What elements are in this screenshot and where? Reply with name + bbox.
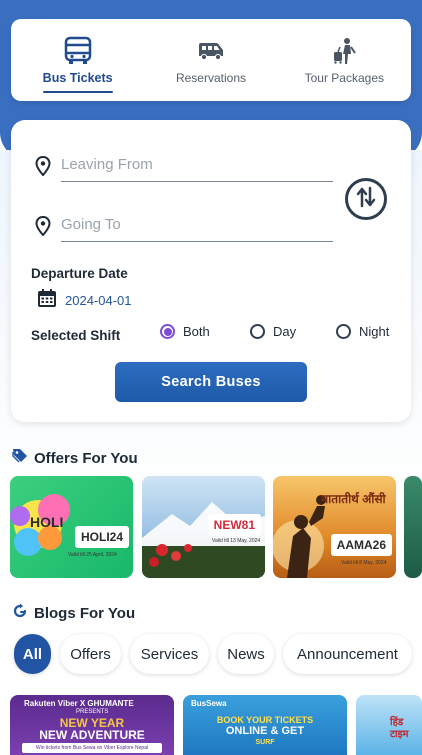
blog-filter-offers[interactable]: Offers <box>60 634 121 674</box>
offer-code: AAMA26 <box>330 534 392 556</box>
search-buses-button[interactable]: Search Buses <box>115 362 307 402</box>
blog-headline-2: NEW ADVENTURE <box>39 728 145 742</box>
going-to-row <box>33 202 333 242</box>
radio-checked-icon <box>160 324 175 339</box>
swap-arrows-icon <box>356 186 376 213</box>
radio-unchecked-icon <box>250 324 265 339</box>
van-icon <box>197 35 225 67</box>
blog-caption: Win tickets from Bus Sewa on Viber Explo… <box>22 743 162 753</box>
tag-icon <box>12 447 28 469</box>
blog-headline: BOOK YOUR TICKETS <box>216 715 314 725</box>
shift-radio-both[interactable]: Both <box>160 324 210 339</box>
location-pin-icon <box>33 156 53 182</box>
shift-option-label: Night <box>359 324 390 339</box>
blog-brand: Rakuten Viber X GHUMANTE <box>24 699 134 708</box>
offers-title: Offers For You <box>34 449 138 467</box>
blog-headline-2: ONLINE & GET <box>225 725 305 737</box>
aama-art-text: मातातीर्थ औंसी <box>321 492 386 506</box>
offer-code: HOLI24 <box>74 526 129 548</box>
departure-date-label: Departure Date <box>31 266 128 281</box>
blog-headline-3: SURF <box>255 739 275 746</box>
refresh-blog-icon <box>12 603 28 624</box>
blog-filter-news[interactable]: News <box>218 634 274 674</box>
traveler-icon <box>330 35 358 67</box>
selected-shift-label: Selected Shift <box>31 328 121 343</box>
tab-label: Bus Tickets <box>42 71 113 85</box>
blog-filter-services[interactable]: Services <box>130 634 209 674</box>
leaving-from-input[interactable] <box>61 152 333 182</box>
swap-locations-button[interactable] <box>345 178 387 220</box>
bus-search-form: Departure Date 2024-04-01 Selected Shift… <box>11 120 411 422</box>
offer-card-aama26[interactable]: मातातीर्थ औंसी AAMA26 Valid till 8 May, … <box>273 476 396 578</box>
offer-card-holi24[interactable]: HOLI HOLI24 Valid till 25 April, 2024 <box>10 476 133 578</box>
leaving-from-row <box>33 142 333 182</box>
bus-icon <box>64 35 92 67</box>
tab-bus-tickets[interactable]: Bus Tickets <box>18 25 138 95</box>
offers-heading: Offers For You <box>12 447 138 469</box>
tab-tour-packages[interactable]: Tour Packages <box>284 25 404 95</box>
offer-card-partial[interactable] <box>404 476 422 578</box>
departure-date-picker[interactable]: 2024-04-01 <box>37 288 132 313</box>
service-tabs: Bus Tickets Reservations Tour Packages <box>11 19 411 101</box>
shift-radio-day[interactable]: Day <box>250 324 296 339</box>
tab-label: Tour Packages <box>304 71 384 85</box>
shift-radio-night[interactable]: Night <box>336 324 389 339</box>
departure-date-value: 2024-04-01 <box>65 293 132 308</box>
blog-card-viber[interactable]: Rakuten Viber X GHUMANTE PRESENTS NEW YE… <box>10 695 174 755</box>
radio-unchecked-icon <box>336 324 351 339</box>
blog-subtitle: PRESENTS <box>76 709 109 715</box>
blogs-title: Blogs For You <box>34 605 136 622</box>
offer-validity: Valid till 25 April, 2024 <box>68 552 117 558</box>
location-pin-icon <box>33 216 53 242</box>
tab-reservations[interactable]: Reservations <box>151 25 271 95</box>
tab-label: Reservations <box>175 71 246 85</box>
blog-filter-announcement[interactable]: Announcement <box>283 634 412 674</box>
calendar-icon <box>37 288 57 313</box>
offer-validity: Valid till 8 May, 2024 <box>341 560 387 566</box>
holi-art-text: HOLI <box>30 514 64 530</box>
blog-card-bussewa[interactable]: BusSewa BOOK YOUR TICKETS ONLINE & GET S… <box>183 695 347 755</box>
offer-code: NEW81 <box>207 514 261 536</box>
offer-validity: Valid till 13 May, 2024 <box>212 538 261 544</box>
blog-brand: BusSewa <box>191 699 227 708</box>
blogs-heading: Blogs For You <box>12 603 135 624</box>
blog-art-text: हिंड टाइम <box>390 717 409 740</box>
shift-option-label: Day <box>273 324 297 339</box>
shift-option-label: Both <box>183 324 210 339</box>
blog-card-partial[interactable]: हिंड टाइम <box>356 695 422 755</box>
blog-filter-all[interactable]: All <box>14 634 51 674</box>
going-to-input[interactable] <box>61 212 333 242</box>
offer-card-new81[interactable]: NEW81 Valid till 13 May, 2024 <box>142 476 265 578</box>
